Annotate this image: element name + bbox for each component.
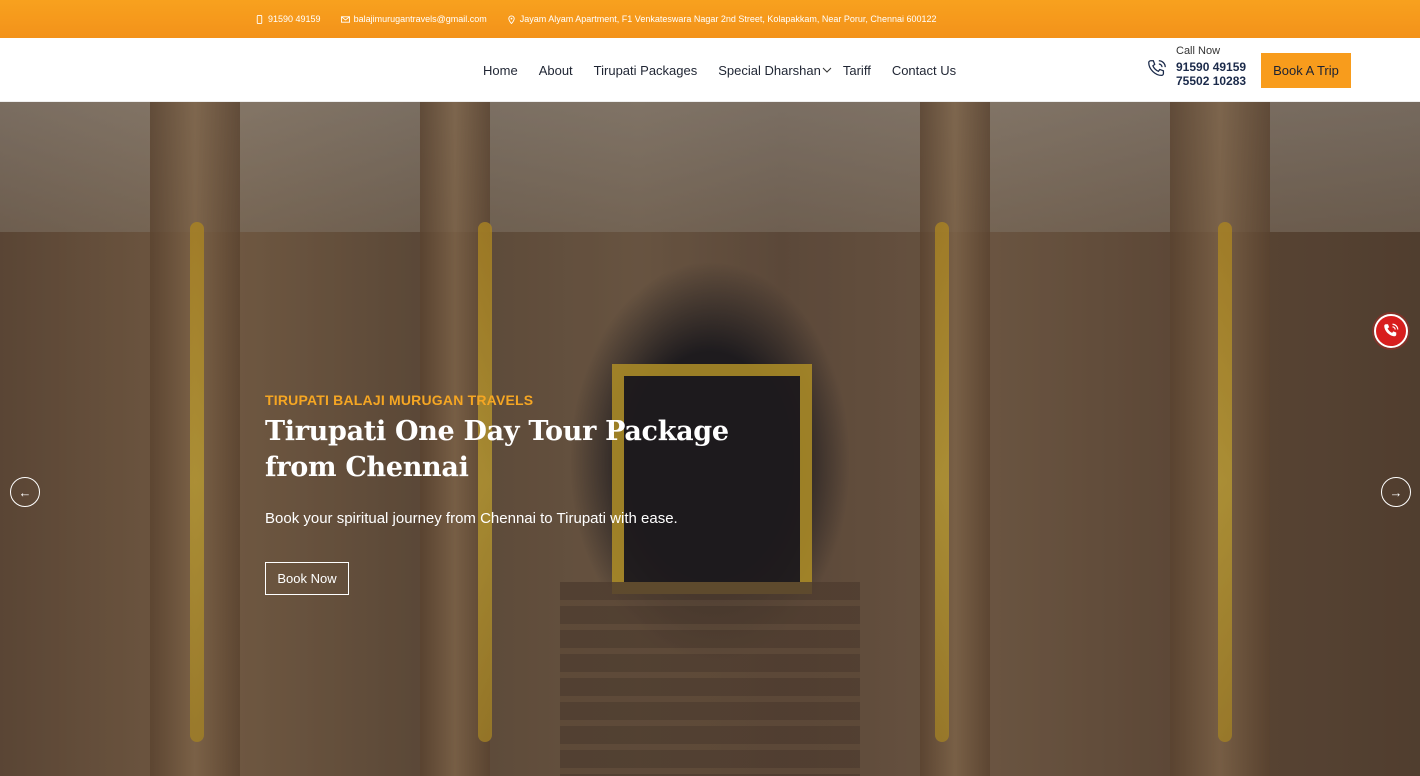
chevron-down-icon — [822, 67, 832, 73]
hero-title: Tirupati One Day Tour Package from Chenn… — [265, 414, 765, 486]
call-now-box[interactable]: Call Now 91590 49159 75502 10283 — [1146, 46, 1246, 88]
site-header: Home About Tirupati Packages Special Dha… — [0, 38, 1420, 102]
mail-icon — [340, 15, 350, 23]
nav-about[interactable]: About — [539, 63, 573, 78]
hero-content: TIRUPATI BALAJI MURUGAN TRAVELS Tirupati… — [265, 392, 765, 595]
call-number-2[interactable]: 75502 10283 — [1176, 74, 1246, 88]
topbar-email-text: balajimurugantravels@gmail.com — [353, 14, 487, 24]
nav-special-dharshan[interactable]: Special Dharshan — [718, 63, 832, 78]
book-now-button[interactable]: Book Now — [265, 562, 349, 595]
hero-slider: TIRUPATI BALAJI MURUGAN TRAVELS Tirupati… — [0, 102, 1420, 776]
main-nav: Home About Tirupati Packages Special Dha… — [483, 38, 956, 102]
slider-prev-button[interactable]: ← — [10, 477, 40, 507]
slider-next-button[interactable]: → — [1381, 477, 1411, 507]
topbar-address-text: Jayam Alyam Apartment, F1 Venkateswara N… — [519, 14, 937, 24]
nav-special-dharshan-label: Special Dharshan — [718, 62, 821, 78]
location-icon — [508, 15, 515, 24]
call-number-1[interactable]: 91590 49159 — [1176, 60, 1246, 74]
hero-title-line-2: from Chennai — [265, 452, 469, 483]
hero-title-line-1: Tirupati One Day Tour Package — [265, 416, 729, 447]
phone-icon — [256, 14, 263, 24]
hero-kicker: TIRUPATI BALAJI MURUGAN TRAVELS — [265, 392, 534, 408]
floating-call-button[interactable] — [1374, 314, 1408, 348]
nav-tariff[interactable]: Tariff — [843, 63, 871, 78]
top-contact-bar: 91590 49159 balajimurugantravels@gmail.c… — [0, 0, 1420, 38]
call-now-label: Call Now — [1176, 45, 1221, 57]
floating-call-icon — [1384, 323, 1399, 337]
call-numbers: Call Now 91590 49159 75502 10283 — [1176, 45, 1246, 89]
nav-tirupati-packages[interactable]: Tirupati Packages — [594, 63, 698, 78]
nav-contact-us[interactable]: Contact Us — [892, 63, 956, 78]
topbar-address: Jayam Alyam Apartment, F1 Venkateswara N… — [507, 14, 937, 24]
book-a-trip-button[interactable]: Book A Trip — [1261, 53, 1351, 88]
topbar-email[interactable]: balajimurugantravels@gmail.com — [340, 14, 487, 24]
hero-subtitle: Book your spiritual journey from Chennai… — [265, 510, 678, 527]
nav-home[interactable]: Home — [483, 63, 518, 78]
topbar-phone[interactable]: 91590 49159 — [255, 14, 321, 24]
arrow-left-icon: ← — [18, 484, 32, 500]
call-icon — [1148, 60, 1166, 77]
topbar-phone-text: 91590 49159 — [268, 14, 321, 24]
arrow-right-icon: → — [1389, 484, 1403, 500]
